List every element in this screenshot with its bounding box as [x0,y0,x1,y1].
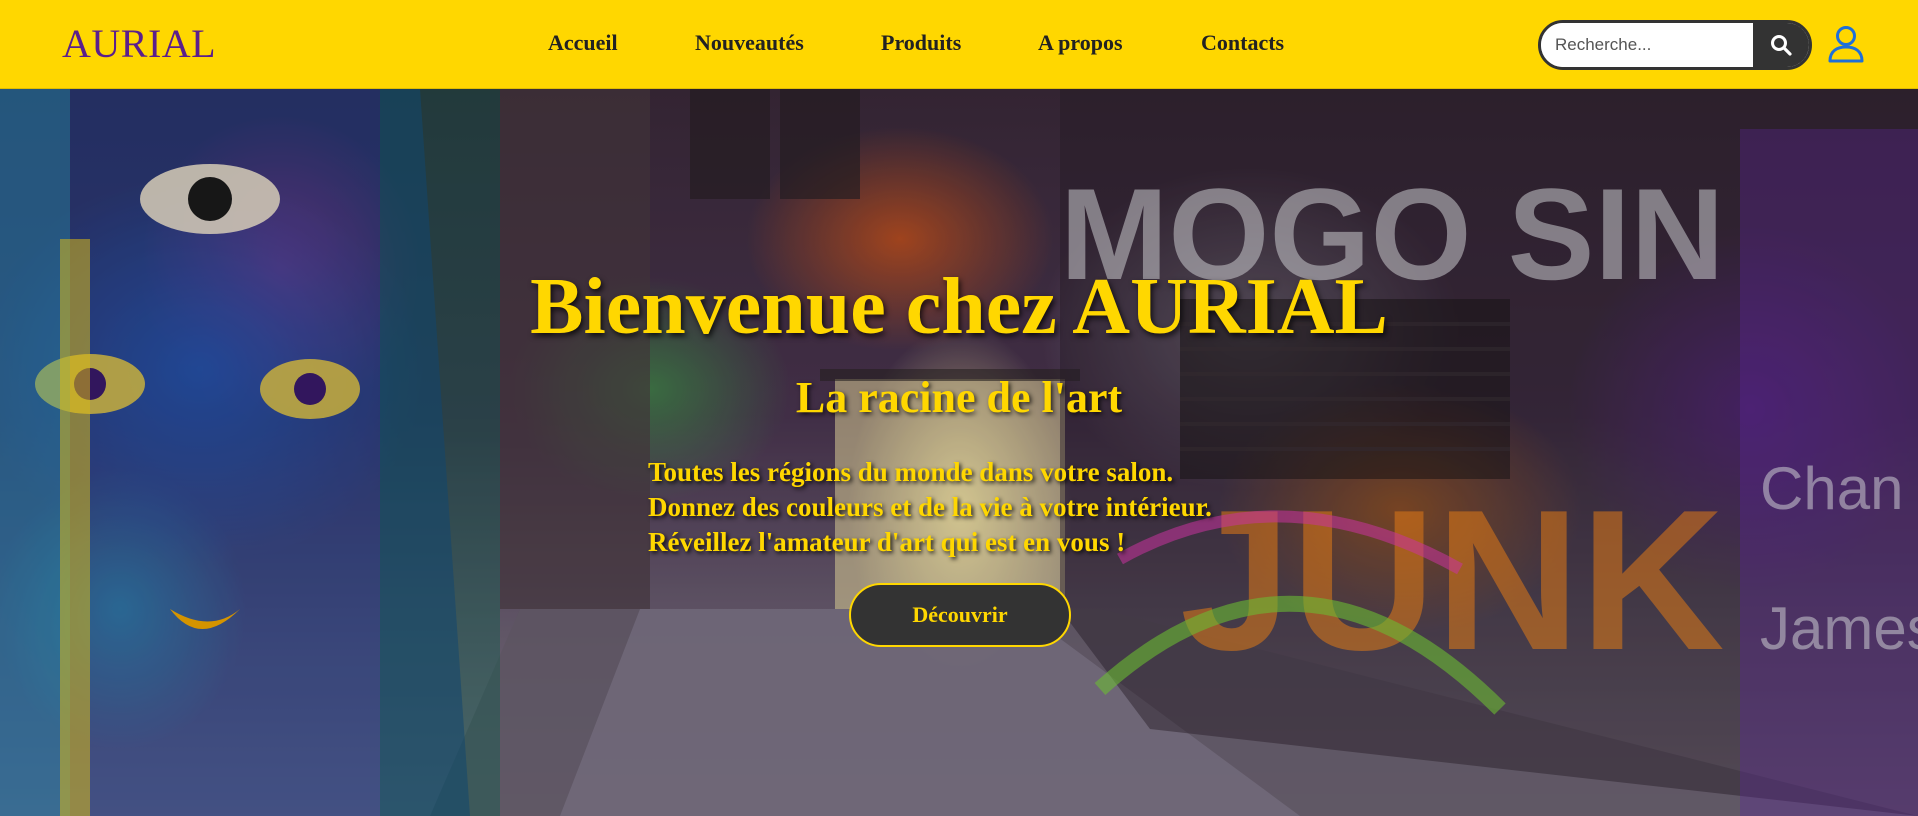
search-bar [1538,20,1812,70]
top-navbar: AURIAL Accueil Nouveautés Produits A pro… [0,0,1918,89]
site-logo[interactable]: AURIAL [62,20,216,67]
hero-tagline: Toutes les régions du monde dans votre s… [648,457,1174,487]
nav-item-contacts[interactable]: Contacts [1201,30,1284,56]
nav-item-nouveautes[interactable]: Nouveautés [695,30,804,56]
search-icon [1771,35,1792,56]
search-input[interactable] [1541,23,1756,67]
nav-item-a-propos[interactable]: A propos [1038,30,1123,56]
search-button[interactable] [1753,23,1809,67]
nav-item-produits[interactable]: Produits [881,30,961,56]
user-icon [1828,26,1864,63]
hero-tagline: Donnez des couleurs et de la vie à votre… [648,492,1212,522]
discover-button[interactable]: Découvrir [849,583,1071,647]
hero-tagline-list: Toutes les régions du monde dans votre s… [648,455,1212,560]
hero-section: MOGO SIN JUNK Chan James Bienvenue chez … [0,89,1918,816]
hero-title: Bienvenue chez AURIAL [530,263,1388,351]
hero-tagline: Réveillez l'amateur d'art qui est en vou… [648,527,1126,557]
hero-content: Bienvenue chez AURIAL La racine de l'art… [0,89,1918,816]
hero-subtitle: La racine de l'art [795,373,1123,422]
nav-item-accueil[interactable]: Accueil [548,30,618,56]
user-account-button[interactable] [1826,24,1866,64]
